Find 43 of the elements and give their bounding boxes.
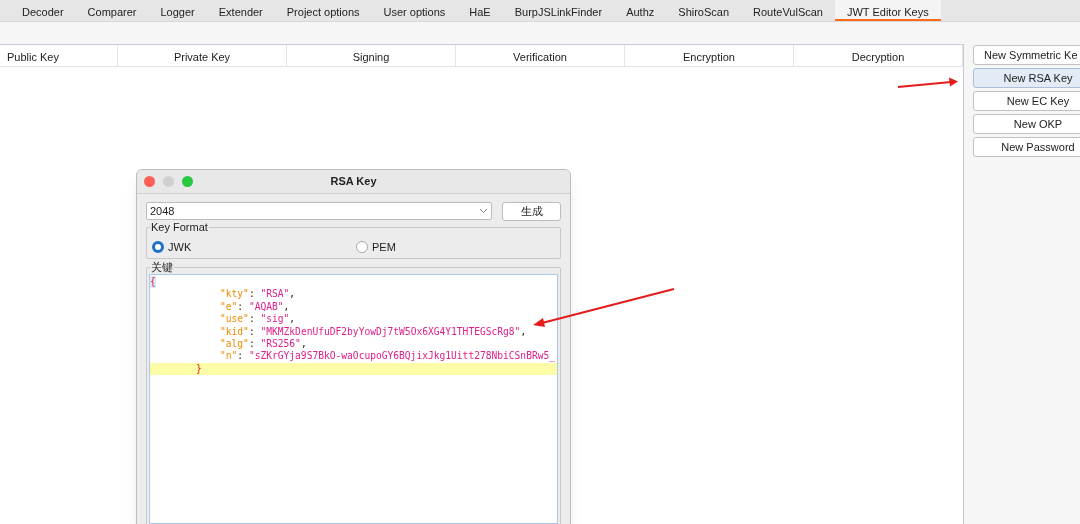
code-line: "n": "sZKrGYja9S7BkO-waOcupoGY6BQjixJkg1Uitt278NbiCSnBRw5_: [219, 350, 555, 363]
tab[interactable]: Authz: [614, 0, 667, 21]
radio-button[interactable]: JWK: [152, 239, 192, 256]
tab[interactable]: Project options: [274, 0, 372, 21]
new-key-button[interactable]: New Symmetric Ke: [973, 45, 1080, 65]
column-header[interactable]: Signing: [287, 45, 456, 66]
tab[interactable]: User options: [371, 0, 458, 21]
tab[interactable]: Extender: [206, 0, 275, 21]
tab[interactable]: Logger: [148, 0, 207, 21]
tab[interactable]: RouteVulScan: [741, 0, 835, 21]
column-header[interactable]: Verification: [456, 45, 625, 66]
code-line: "kid": "MKMZkDenUfuDF2byYowDj7tW5Ox6XG4Y1THTEGScRg8",: [219, 325, 527, 339]
tab[interactable]: Decoder: [10, 0, 76, 21]
code-line: "kty": "RSA",: [219, 288, 296, 301]
chevron-down-icon: [479, 208, 488, 214]
tab[interactable]: ShiroScan: [666, 0, 742, 21]
group-label: Key Format: [150, 220, 209, 234]
new-key-button[interactable]: New EC Key: [973, 91, 1080, 111]
new-key-button[interactable]: New RSA Key: [973, 68, 1080, 88]
column-header[interactable]: Decryption: [794, 45, 963, 66]
code-line: "use": "sig",: [219, 313, 296, 326]
window-title: RSA Key: [330, 174, 377, 190]
tab[interactable]: JWT Editor Keys: [835, 0, 941, 21]
tab[interactable]: HaE: [457, 0, 503, 21]
new-key-button[interactable]: New Password: [973, 137, 1080, 157]
tab[interactable]: Comparer: [75, 0, 149, 21]
column-header[interactable]: Private Key: [118, 45, 287, 66]
zoom-window-icon[interactable]: [182, 176, 193, 187]
key-size-dropdown[interactable]: 2048: [146, 202, 492, 220]
radio-button[interactable]: PEM: [356, 239, 396, 256]
tab[interactable]: BurpJSLinkFinder: [502, 0, 615, 21]
code-editor[interactable]: { "kty": "RSA", "e": "AQAB", "use": "sig", "kid": "MKMZkDenUfuDF2byYowDj7tW5Ox6XG4Y1THTEGScRg8", "alg": "RS256", "n": "sZKrGYja9S7BkO-waOcupoGY6BQjixJkg1Uitt278NbiCSnBRw5_ }: [149, 274, 558, 524]
close-window-icon[interactable]: [144, 176, 155, 187]
column-header[interactable]: Encryption: [625, 45, 794, 66]
code-line: "e": "AQAB",: [219, 300, 290, 314]
generate-button[interactable]: 生成: [502, 202, 561, 221]
annotation-arrow: [897, 77, 958, 88]
code-line: "alg": "RS256",: [219, 338, 307, 351]
group-label: 关键: [150, 260, 174, 274]
new-key-button[interactable]: New OKP: [973, 114, 1080, 134]
minimize-window-icon[interactable]: [163, 176, 174, 187]
code-line: }: [196, 362, 202, 374]
column-header[interactable]: Public Key: [0, 45, 118, 66]
